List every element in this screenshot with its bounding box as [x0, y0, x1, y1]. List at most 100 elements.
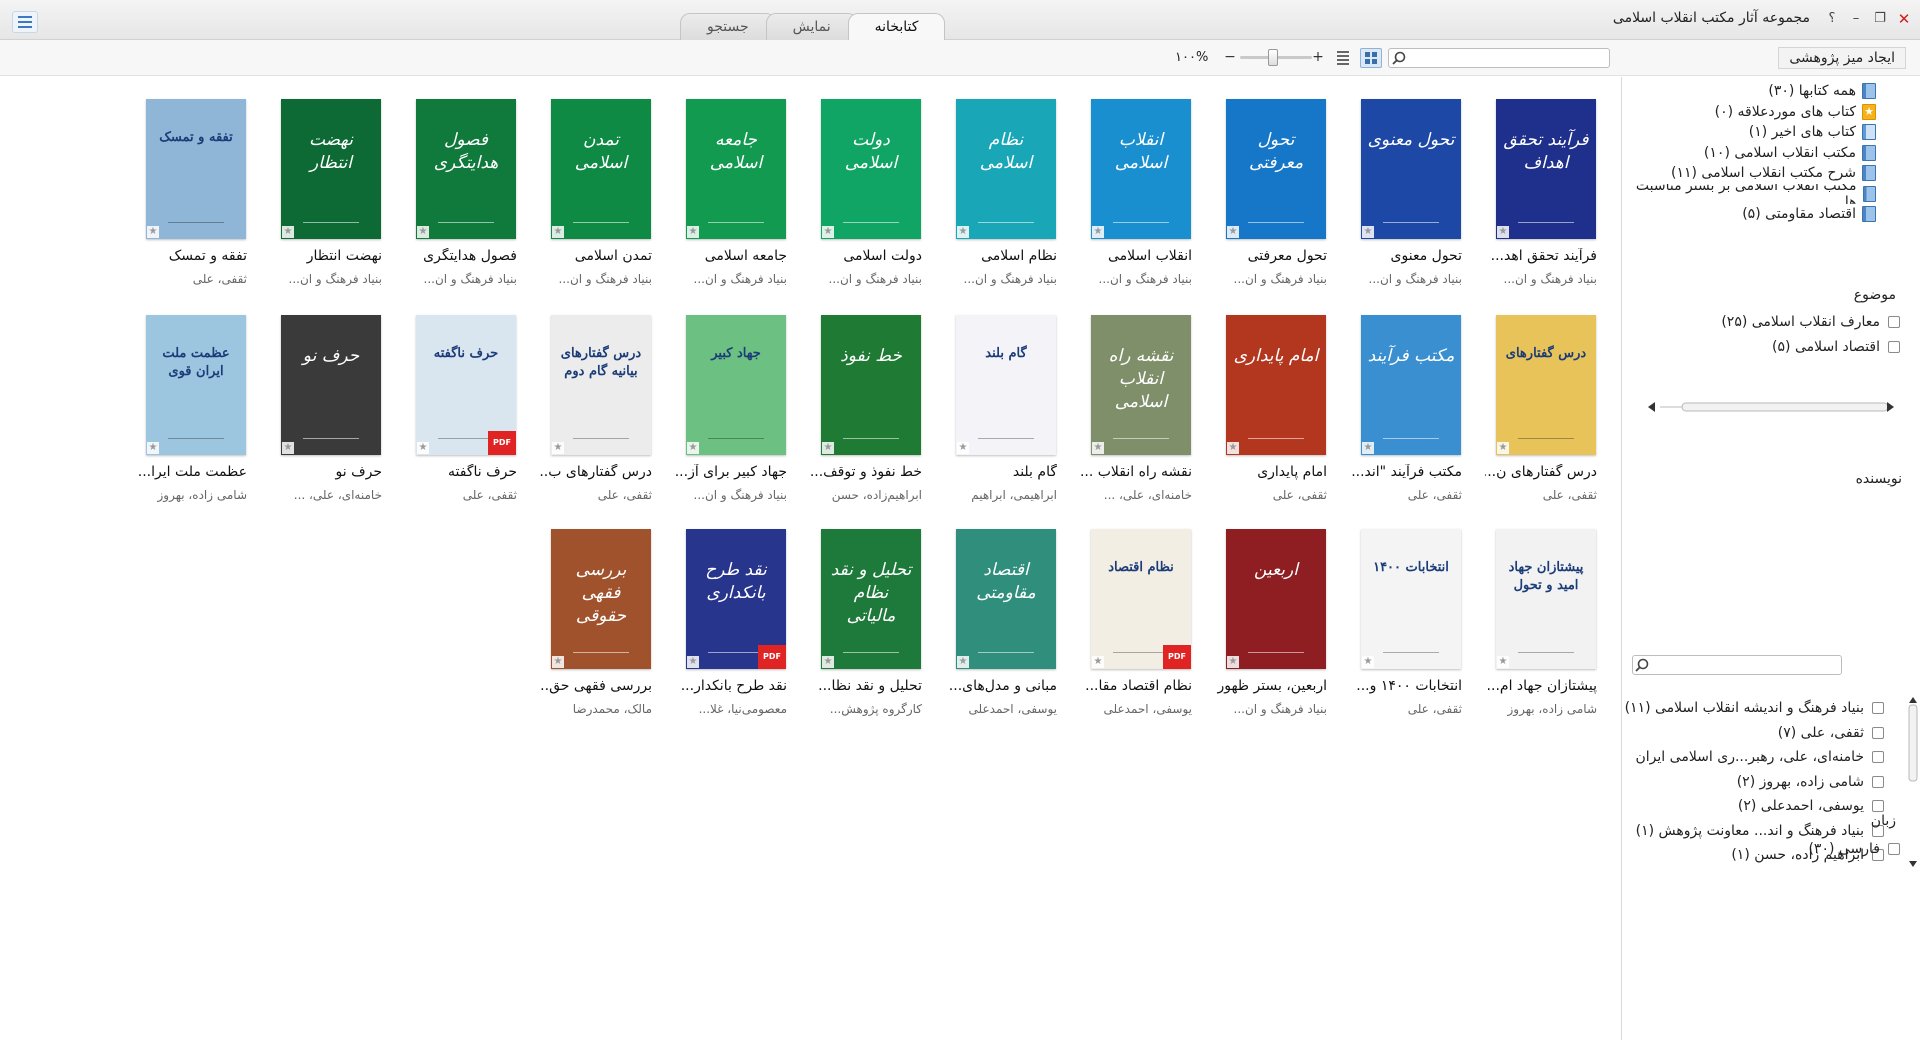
category-item[interactable]: ★ کتاب های موردعلاقه (۰) — [1715, 102, 1876, 122]
favorite-star-icon[interactable]: ★ — [1362, 442, 1374, 454]
book-item[interactable]: انتخابات ۱۴۰۰ ★ انتخابات ۱۴۰۰ و... ثقفی، عل… — [1350, 529, 1462, 719]
book-title[interactable]: فرآیند تحقق اهد... — [1485, 248, 1597, 264]
list-view-icon[interactable] — [1333, 49, 1353, 67]
book-cover[interactable]: تحول معرفتی ★ — [1226, 99, 1326, 239]
book-title[interactable]: تحول معنوی — [1350, 248, 1462, 264]
book-title[interactable]: جهاد کبیر برای آز... — [675, 464, 787, 480]
minimize-icon[interactable]: – — [1846, 9, 1866, 29]
book-cover[interactable]: خط نفوذ ★ — [821, 315, 921, 455]
book-item[interactable]: حرف نو ★ حرف نو خامنه‌ای، علی، ... — [270, 315, 382, 505]
book-cover[interactable]: تمدن اسلامی ★ — [551, 99, 651, 239]
book-cover[interactable]: امام پایداری ★ — [1226, 315, 1326, 455]
book-title[interactable]: جامعه اسلامی — [675, 248, 787, 264]
book-item[interactable]: نظام اسلامی ★ نظام اسلامی بنیاد فرهنگ و ان.… — [945, 99, 1057, 289]
book-title[interactable]: حرف ناگفته — [405, 464, 517, 480]
category-item[interactable]: همه کتابها (۳۰) — [1768, 81, 1876, 101]
author-filter-item[interactable]: ثقفی، علی (۷) — [1778, 723, 1884, 743]
book-title[interactable]: انتخابات ۱۴۰۰ و... — [1350, 678, 1462, 694]
favorite-star-icon[interactable]: ★ — [1497, 226, 1509, 238]
favorite-star-icon[interactable]: ★ — [1227, 442, 1239, 454]
filter-checkbox[interactable] — [1872, 726, 1884, 739]
zoom-out-button[interactable]: − — [1222, 49, 1238, 65]
book-cover[interactable]: درس گفتارهای ★ — [1496, 315, 1596, 455]
category-item[interactable]: اقتصاد مقاومتی (۵) — [1742, 204, 1876, 224]
search-icon[interactable] — [1391, 50, 1407, 66]
close-icon[interactable]: ✕ — [1894, 9, 1914, 29]
book-title[interactable]: گام بلند — [945, 464, 1057, 480]
favorite-star-icon[interactable]: ★ — [957, 442, 969, 454]
favorite-star-icon[interactable]: ★ — [1497, 656, 1509, 668]
book-title[interactable]: حرف نو — [270, 464, 382, 480]
book-title[interactable]: نهضت انتظار — [270, 248, 382, 264]
book-item[interactable]: نقشه راه انقلاب اسلامی ★ نقشه راه انقلاب .… — [1080, 315, 1192, 505]
favorite-star-icon[interactable]: ★ — [822, 656, 834, 668]
book-item[interactable]: درس گفتارهای ★ درس گفتارهای ن... ثقفی، علی — [1485, 315, 1597, 505]
favorite-star-icon[interactable]: ★ — [822, 442, 834, 454]
book-cover[interactable]: بررسی فقهی حقوقی ★ — [551, 529, 651, 669]
favorite-star-icon[interactable]: ★ — [282, 442, 294, 454]
author-filter-item[interactable]: شامی زاده، بهروز (۲) — [1737, 772, 1884, 792]
book-cover[interactable]: جهاد کبیر ★ — [686, 315, 786, 455]
book-cover[interactable]: تحلیل و نقد نظام مالیاتی ★ — [821, 529, 921, 669]
book-item[interactable]: خط نفوذ ★ خط نفوذ و توقف... ابراهیم‌زاده، ح… — [810, 315, 922, 505]
book-item[interactable]: انقلاب اسلامی ★ انقلاب اسلامی بنیاد فرهنگ و… — [1080, 99, 1192, 289]
favorite-star-icon[interactable]: ★ — [1092, 226, 1104, 238]
book-title[interactable]: نقد طرح بانکدار... — [675, 678, 787, 694]
book-title[interactable]: تمدن اسلامی — [540, 248, 652, 264]
author-search-input[interactable] — [1632, 655, 1842, 675]
book-title[interactable]: فصول هدایتگری — [405, 248, 517, 264]
language-filter-item[interactable]: فارسی (۳۰) — [1808, 839, 1900, 859]
book-cover[interactable]: درس گفتارهای بیانیه گام دوم ★ — [551, 315, 651, 455]
category-item[interactable]: کتاب های اخیر (۱) — [1749, 122, 1876, 142]
favorite-star-icon[interactable]: ★ — [147, 442, 159, 454]
favorite-star-icon[interactable]: ★ — [957, 226, 969, 238]
book-cover[interactable]: دولت اسلامی ★ — [821, 99, 921, 239]
author-filter-item[interactable]: خامنه‌ای، علی، رهبر...ری اسلامی ایران — [1636, 747, 1884, 767]
book-item[interactable]: بررسی فقهی حقوقی ★ بررسی فقهی حق... مالک، م… — [540, 529, 652, 719]
tab-display[interactable]: نمایش — [765, 13, 858, 40]
book-cover[interactable]: تحول معنوی ★ — [1361, 99, 1461, 239]
book-item[interactable]: گام بلند ★ گام بلند ابراهیمی، ابراهیم — [945, 315, 1057, 505]
book-cover[interactable]: گام بلند ★ — [956, 315, 1056, 455]
author-filter-item[interactable]: یوسفی، احمدعلی (۲) — [1738, 796, 1884, 816]
book-item[interactable]: تحول معرفتی ★ تحول معرفتی بنیاد فرهنگ و ان.… — [1215, 99, 1327, 289]
favorite-star-icon[interactable]: ★ — [1227, 656, 1239, 668]
favorite-star-icon[interactable]: ★ — [552, 226, 564, 238]
subject-filter-item[interactable]: معارف انقلاب اسلامی (۲۵) — [1721, 312, 1900, 332]
book-item[interactable]: پیشتازان جهاد امید و تحول ★ پیشتازان جهاد … — [1485, 529, 1597, 719]
filter-checkbox[interactable] — [1888, 843, 1900, 855]
book-item[interactable]: جامعه اسلامی ★ جامعه اسلامی بنیاد فرهنگ و ا… — [675, 99, 787, 289]
book-title[interactable]: امام پایداری — [1215, 464, 1327, 480]
menu-icon[interactable] — [12, 11, 38, 33]
book-item[interactable]: امام پایداری ★ امام پایداری ثقفی، علی — [1215, 315, 1327, 505]
book-cover[interactable]: حرف ناگفته ★ PDF — [416, 315, 516, 455]
favorite-star-icon[interactable]: ★ — [1362, 656, 1374, 668]
book-item[interactable]: تفقه و تمسک ★ تفقه و تمسک ثقفی، علی — [135, 99, 247, 289]
favorite-star-icon[interactable]: ★ — [552, 442, 564, 454]
filter-checkbox[interactable] — [1872, 751, 1884, 763]
book-title[interactable]: درس گفتارهای ن... — [1485, 464, 1597, 480]
filter-checkbox[interactable] — [1872, 702, 1884, 714]
favorite-star-icon[interactable]: ★ — [1497, 442, 1509, 454]
restore-icon[interactable]: ❐ — [1870, 9, 1890, 29]
grid-view-icon[interactable] — [1360, 48, 1382, 68]
book-title[interactable]: پیشتازان جهاد ام... — [1485, 678, 1597, 694]
book-title[interactable]: نظام اسلامی — [945, 248, 1057, 264]
favorite-star-icon[interactable]: ★ — [957, 656, 969, 668]
create-research-desk-button[interactable]: ایجاد میز پژوهشی — [1778, 47, 1906, 69]
book-item[interactable]: عظمت ملت ایران قوی ★ عظمت ملت ایرا... شامی … — [135, 315, 247, 505]
book-title[interactable]: تفقه و تمسک — [135, 248, 247, 264]
favorite-star-icon[interactable]: ★ — [282, 226, 294, 238]
book-item[interactable]: جهاد کبیر ★ جهاد کبیر برای آز... بنیاد فرهن… — [675, 315, 787, 505]
book-item[interactable]: نظام اقتصاد ★ PDF نظام اقتصاد مقا... یوسفی، … — [1080, 529, 1192, 719]
book-item[interactable]: تحلیل و نقد نظام مالیاتی ★ تحلیل و نقد نظا… — [810, 529, 922, 719]
book-title[interactable]: تحول معرفتی — [1215, 248, 1327, 264]
favorite-star-icon[interactable]: ★ — [417, 442, 429, 454]
book-cover[interactable]: نظام اقتصاد ★ PDF — [1091, 529, 1191, 669]
book-cover[interactable]: اربعین ★ — [1226, 529, 1326, 669]
filter-checkbox[interactable] — [1888, 316, 1900, 328]
book-cover[interactable]: پیشتازان جهاد امید و تحول ★ — [1496, 529, 1596, 669]
category-item[interactable]: مکتب انقلاب اسلامی بر بستر مناسبت ها — [1631, 184, 1876, 204]
book-title[interactable]: انقلاب اسلامی — [1080, 248, 1192, 264]
book-item[interactable]: تحول معنوی ★ تحول معنوی بنیاد فرهنگ و ان... — [1350, 99, 1462, 289]
